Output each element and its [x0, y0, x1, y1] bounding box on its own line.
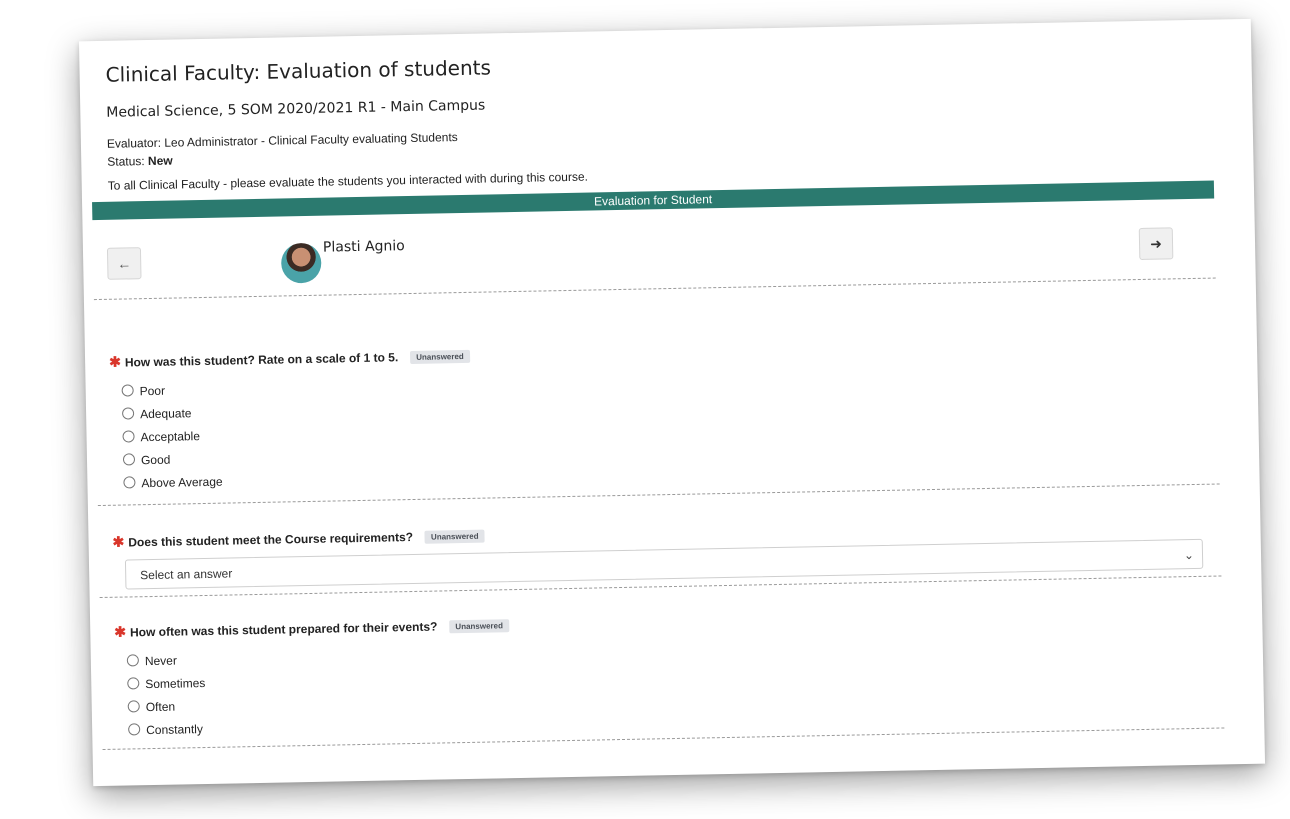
radio-button[interactable] — [126, 654, 139, 667]
question-divider — [102, 727, 1225, 750]
page-title: Clinical Faculty: Evaluation of students — [105, 55, 492, 87]
option-label: Acceptable — [140, 429, 201, 445]
evaluation-card: Clinical Faculty: Evaluation of students… — [78, 18, 1266, 787]
option-label: Never — [144, 653, 178, 669]
option-label: Poor — [139, 383, 166, 399]
question-2-text: Does this student meet the Course requir… — [128, 529, 414, 550]
radio-button[interactable] — [121, 384, 134, 397]
question-1-text: How was this student? Rate on a scale of… — [124, 350, 399, 370]
radio-option-never[interactable]: Never — [126, 649, 205, 673]
previous-student-button[interactable]: ← — [106, 247, 142, 280]
radio-button[interactable] — [127, 677, 140, 690]
avatar — [280, 242, 322, 284]
evaluator-line: Evaluator: Leo Administrator - Clinical … — [106, 130, 458, 151]
status-badge: Unanswered — [449, 619, 510, 634]
option-label: Good — [140, 452, 171, 468]
select-placeholder: Select an answer — [140, 566, 233, 583]
radio-option-adequate[interactable]: Adequate — [121, 402, 222, 427]
radio-button[interactable] — [128, 723, 141, 736]
screenshot-stage: Clinical Faculty: Evaluation of students… — [0, 0, 1290, 819]
required-asterisk-icon: ✱ — [112, 533, 125, 550]
section-divider — [93, 277, 1216, 301]
radio-button[interactable] — [121, 407, 135, 420]
radio-option-poor[interactable]: Poor — [121, 379, 221, 404]
arrow-right-icon: ➜ — [1150, 235, 1163, 252]
course-subtitle: Medical Science, 5 SOM 2020/2021 R1 - Ma… — [106, 97, 486, 121]
question-1-options: Poor Adequate Acceptable Good Above Aver… — [121, 379, 223, 496]
radio-button[interactable] — [127, 700, 140, 713]
question-3-text: How often was this student prepared for … — [129, 619, 438, 640]
required-asterisk-icon: ✱ — [108, 353, 122, 370]
option-label: Constantly — [146, 722, 204, 738]
instructions-text: To all Clinical Faculty - please evaluat… — [107, 169, 589, 193]
question-1: ✱ How was this student? Rate on a scale o… — [109, 347, 470, 371]
radio-option-constantly[interactable]: Constantly — [128, 718, 206, 742]
student-name: Plasti Agnio — [322, 238, 405, 256]
chevron-down-icon: ⌄ — [1183, 548, 1195, 563]
radio-option-often[interactable]: Often — [127, 695, 206, 719]
evaluation-form: Clinical Faculty: Evaluation of students… — [79, 19, 1265, 786]
status-value: New — [147, 153, 173, 169]
option-label: Often — [145, 699, 176, 715]
next-student-button[interactable]: ➜ — [1138, 227, 1174, 261]
radio-button[interactable] — [122, 430, 135, 443]
radio-button[interactable] — [122, 453, 136, 466]
status-label: Status: — [107, 154, 145, 169]
radio-option-good[interactable]: Good — [122, 448, 223, 473]
option-label: Sometimes — [145, 676, 206, 692]
question-divider — [97, 483, 1220, 507]
arrow-left-icon: ← — [117, 255, 132, 272]
radio-option-acceptable[interactable]: Acceptable — [122, 425, 222, 450]
status-line: Status: New — [107, 154, 173, 169]
option-label: Adequate — [139, 406, 192, 422]
required-asterisk-icon: ✱ — [114, 623, 127, 640]
question-2: ✱ Does this student meet the Course requi… — [112, 527, 485, 551]
radio-option-sometimes[interactable]: Sometimes — [127, 672, 205, 696]
question-3: ✱ How often was this student prepared for… — [114, 616, 510, 641]
question-3-options: Never Sometimes Often Constantly — [126, 649, 207, 742]
status-badge: Unanswered — [424, 529, 485, 545]
radio-option-above-average[interactable]: Above Average — [123, 471, 223, 496]
radio-button[interactable] — [123, 476, 136, 489]
option-label: Above Average — [141, 474, 223, 491]
status-badge: Unanswered — [410, 350, 470, 365]
